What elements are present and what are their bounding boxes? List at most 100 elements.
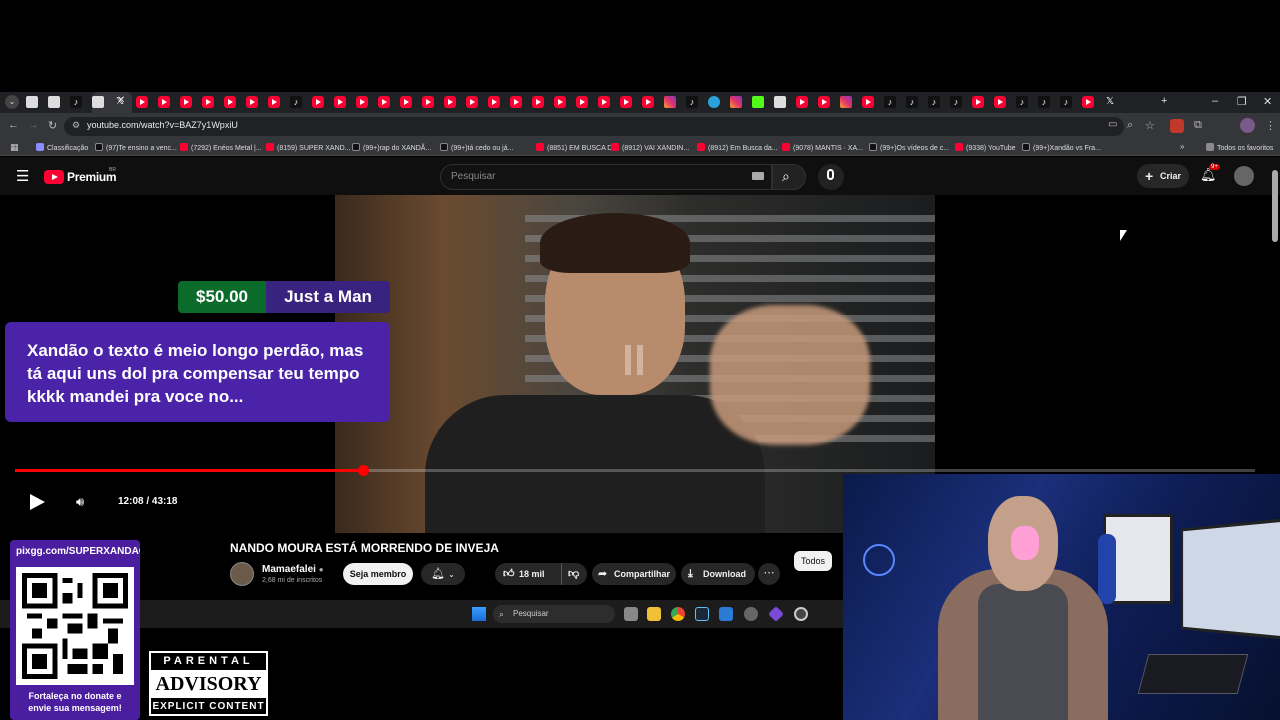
youtube-tab-icon[interactable]	[818, 96, 830, 108]
tiktok-tab-icon[interactable]: ♪	[884, 96, 896, 108]
channel-avatar[interactable]	[230, 562, 254, 586]
youtube-tab-icon[interactable]	[488, 96, 500, 108]
youtube-tab-icon[interactable]	[796, 96, 808, 108]
youtube-tab-icon[interactable]	[422, 96, 434, 108]
keyboard-icon[interactable]	[752, 172, 764, 180]
search-input[interactable]: Pesquisar	[440, 164, 772, 190]
youtube-tab-icon[interactable]	[532, 96, 544, 108]
profile-avatar-icon[interactable]	[1240, 118, 1255, 133]
site-info-icon[interactable]: ⚙	[72, 120, 80, 131]
zoom-icon[interactable]: ⌕	[1127, 119, 1133, 132]
youtube-tab-icon[interactable]	[246, 96, 258, 108]
youtube-tab-icon[interactable]	[972, 96, 984, 108]
search-button[interactable]: ⌕	[772, 164, 806, 190]
youtube-tab-icon[interactable]	[466, 96, 478, 108]
bookmark-item[interactable]: (9338) YouTube	[955, 143, 1016, 152]
join-button[interactable]: Seja membro	[343, 563, 413, 585]
youtube-tab-icon[interactable]	[312, 96, 324, 108]
youtube-tab-icon[interactable]	[994, 96, 1006, 108]
bookmark-item[interactable]: Classificação	[36, 143, 88, 152]
bookmark-star-icon[interactable]: ☆	[1145, 119, 1155, 132]
youtube-tab-icon[interactable]	[158, 96, 170, 108]
file-explorer-icon[interactable]	[647, 607, 661, 621]
like-button[interactable]: 👍︎ 18 mil 👎︎	[495, 563, 587, 585]
tab-favicon-icon[interactable]	[48, 96, 60, 108]
youtube-tab-icon[interactable]	[400, 96, 412, 108]
tiktok-tab-icon[interactable]: ♪	[950, 96, 962, 108]
close-window-icon[interactable]: ✕	[1263, 95, 1272, 108]
tiktok-tab-icon[interactable]: ♪	[906, 96, 918, 108]
more-actions-button[interactable]: ⋯	[758, 563, 780, 585]
forward-icon[interactable]: →	[28, 119, 39, 131]
tiktok-tab-icon[interactable]: ♪	[1016, 96, 1028, 108]
youtube-tab-icon[interactable]	[334, 96, 346, 108]
volume-icon[interactable]: 🔊︎	[76, 494, 84, 510]
youtube-tab-icon[interactable]	[862, 96, 874, 108]
filter-chip-all[interactable]: Todos	[794, 551, 832, 571]
youtube-tab-icon[interactable]	[136, 96, 148, 108]
cast-icon[interactable]: ▭	[1108, 119, 1117, 130]
progress-bar[interactable]	[15, 465, 1255, 476]
extension-icon[interactable]	[1170, 119, 1184, 133]
youtube-tab-icon[interactable]	[598, 96, 610, 108]
youtube-tab-icon[interactable]	[444, 96, 456, 108]
instagram-tab-icon[interactable]	[730, 96, 742, 108]
taskbar-search[interactable]: ⌕ Pesquisar	[493, 605, 615, 623]
youtube-tab-icon[interactable]	[576, 96, 588, 108]
tab-list-dropdown-icon[interactable]: ⌄	[5, 95, 19, 109]
hamburger-menu-icon[interactable]: ☰	[16, 167, 29, 185]
youtube-tab-icon[interactable]	[356, 96, 368, 108]
app-icon[interactable]	[719, 607, 733, 621]
tiktok-tab-icon[interactable]: ♪	[928, 96, 940, 108]
chrome-icon[interactable]	[671, 607, 685, 621]
browser-menu-icon[interactable]: ⋮	[1265, 119, 1276, 132]
steam-icon[interactable]	[695, 607, 709, 621]
minimize-icon[interactable]: –	[1212, 95, 1218, 107]
maximize-icon[interactable]: ❐	[1237, 95, 1247, 108]
voice-search-button[interactable]	[818, 164, 844, 190]
task-view-icon[interactable]	[624, 607, 638, 621]
bookmark-item[interactable]: (8159) SUPER XAND...	[266, 143, 351, 152]
x-tab-icon[interactable]: 𝕏	[114, 96, 126, 108]
youtube-tab-icon[interactable]	[224, 96, 236, 108]
bookmark-item[interactable]: (9078) MANTIS · XA...	[782, 143, 863, 152]
url-text[interactable]: youtube.com/watch?v=BAZ7y1WpxiU	[87, 120, 238, 130]
windows-start-icon[interactable]	[472, 607, 486, 621]
extensions-puzzle-icon[interactable]: ⧉	[1194, 119, 1202, 132]
instagram-tab-icon[interactable]	[840, 96, 852, 108]
new-tab-icon[interactable]: +	[1161, 95, 1167, 107]
tab-favicon-icon[interactable]	[774, 96, 786, 108]
youtube-tab-icon[interactable]	[378, 96, 390, 108]
bookmark-item[interactable]: (99+)Os vídeos de c...	[869, 143, 949, 152]
x-tab-icon[interactable]: 𝕏	[1104, 96, 1116, 108]
app-icon-3[interactable]	[794, 607, 808, 621]
more-bookmarks-icon[interactable]: »	[1180, 142, 1184, 151]
bookmark-item[interactable]: (7292) Enéos Metal |...	[180, 143, 262, 152]
create-button[interactable]: + Criar	[1137, 164, 1189, 188]
tiktok-tab-icon[interactable]: ♪	[1060, 96, 1072, 108]
bookmark-item[interactable]: (99+)rap do XANDÃ...	[352, 143, 431, 152]
all-bookmarks-link[interactable]: Todos os favoritos	[1206, 143, 1273, 152]
bookmark-item[interactable]: (8851) EM BUSCA D...	[536, 143, 618, 152]
youtube-logo-icon[interactable]	[44, 170, 64, 184]
kick-tab-icon[interactable]	[752, 96, 764, 108]
omnibox[interactable]: ⚙ youtube.com/watch?v=BAZ7y1WpxiU ▭	[64, 117, 1124, 136]
youtube-tab-icon[interactable]	[1082, 96, 1094, 108]
subscribe-bell-button[interactable]: 🔔︎ ⌄	[421, 563, 465, 585]
play-button[interactable]	[30, 494, 45, 510]
bookmark-item[interactable]: (8912) VAI XANDIN...	[611, 143, 689, 152]
download-button[interactable]: ⤓ Download	[681, 563, 755, 585]
page-scrollbar[interactable]	[1272, 170, 1278, 242]
youtube-tab-icon[interactable]	[554, 96, 566, 108]
tiktok-tab-icon[interactable]: ♪	[70, 96, 82, 108]
youtube-tab-icon[interactable]	[620, 96, 632, 108]
channel-name[interactable]: Mamaefalei ●	[262, 564, 324, 575]
tab-favicon-icon[interactable]	[26, 96, 38, 108]
back-icon[interactable]: ←	[8, 119, 19, 131]
telegram-tab-icon[interactable]	[708, 96, 720, 108]
settings-icon[interactable]	[744, 607, 758, 621]
apps-grid-icon[interactable]: ▦	[10, 142, 19, 153]
bookmark-item[interactable]: (8912) Em Busca da...	[697, 143, 778, 152]
bookmark-item[interactable]: (99+)tá cedo ou já...	[440, 143, 513, 152]
youtube-tab-icon[interactable]	[268, 96, 280, 108]
